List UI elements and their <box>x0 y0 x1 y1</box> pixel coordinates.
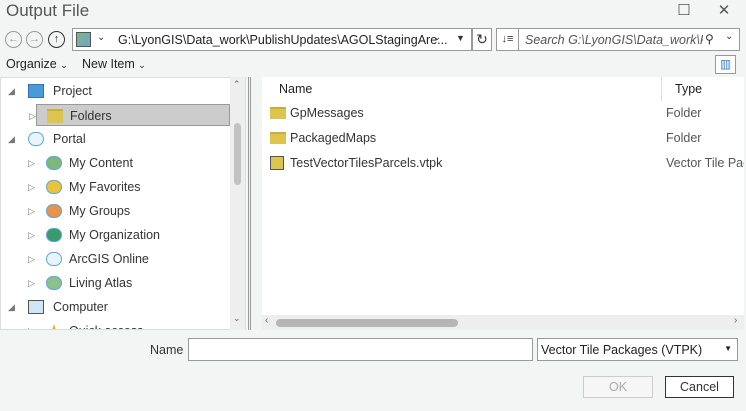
expand-icon[interactable]: ▷ <box>28 200 35 222</box>
scrollbar-thumb[interactable] <box>276 319 458 327</box>
tree-item-label: My Content <box>69 156 133 170</box>
project-icon <box>28 84 44 98</box>
name-input[interactable] <box>188 338 533 361</box>
expand-icon[interactable]: ▷ <box>28 224 35 246</box>
groups-icon <box>46 204 62 218</box>
folder-icon <box>270 107 286 119</box>
tree-item-label: Folders <box>70 109 112 123</box>
cloud-icon <box>46 252 62 266</box>
organize-label: Organize <box>6 57 57 71</box>
tree-item-label: My Groups <box>69 204 131 218</box>
chevron-down-icon[interactable]: ⌄ <box>725 31 733 42</box>
computer-icon <box>28 300 44 314</box>
search-box[interactable]: ↓≡ Search G:\LyonGIS\Data_work\Pu ⚲ ⌄ <box>496 28 740 51</box>
tree-item-computer[interactable]: ◢ Computer <box>1 296 231 318</box>
pane-splitter[interactable] <box>248 77 251 330</box>
expand-icon[interactable]: ▷ <box>28 176 35 198</box>
favorites-icon <box>46 180 62 194</box>
tree-item-my-content[interactable]: ▷ My Content <box>1 152 231 174</box>
list-item[interactable]: PackagedMaps Folder <box>262 127 744 149</box>
tree-item-portal[interactable]: ◢ Portal <box>1 128 231 150</box>
list-item[interactable]: TestVectorTilesParcels.vtpk Vector Tile P… <box>262 152 744 174</box>
file-type: Folder <box>666 131 702 145</box>
up-button[interactable]: ↑ <box>48 31 65 48</box>
refresh-button[interactable]: ↻ <box>472 28 492 51</box>
search-icon[interactable]: ⚲ <box>705 32 714 46</box>
scrollbar-thumb[interactable] <box>234 123 241 185</box>
ok-button[interactable]: OK <box>583 376 653 398</box>
view-toggle-button[interactable]: ▥ <box>715 55 736 74</box>
file-type: Folder <box>666 106 702 120</box>
folder-icon <box>47 109 63 123</box>
expand-icon[interactable]: ▷ <box>28 152 35 174</box>
collapse-icon[interactable]: ◢ <box>8 80 15 102</box>
column-header-type[interactable]: Type <box>675 82 702 96</box>
expand-icon[interactable]: ▷ <box>28 320 35 329</box>
file-list: Name Type GpMessages Folder PackagedMaps Fo… <box>262 77 744 330</box>
tree-vertical-scrollbar[interactable]: ⌃ ⌄ <box>230 77 245 330</box>
tree-item-my-organization[interactable]: ▷ My Organization <box>1 224 231 246</box>
my-content-icon <box>46 156 62 170</box>
close-button[interactable]: ✕ <box>712 1 736 19</box>
tree-item-label: Project <box>53 84 92 98</box>
star-icon <box>46 324 62 329</box>
file-type-select[interactable]: Vector Tile Packages (VTPK) ▼ <box>537 338 738 361</box>
new-item-menu[interactable]: New Item ⌄ <box>82 57 146 71</box>
tree-item-label: Portal <box>53 132 86 146</box>
tree-item-arcgis-online[interactable]: ▷ ArcGIS Online <box>1 248 231 270</box>
tree-item-my-groups[interactable]: ▷ My Groups <box>1 200 231 222</box>
collapse-icon[interactable]: ◢ <box>8 128 15 150</box>
navigation-tree: ◢ Project ▷ Folders ◢ Portal ▷ My Content ▷ My Fa… <box>0 77 246 330</box>
file-name: PackagedMaps <box>290 131 377 145</box>
history-dropdown[interactable]: ⌄ <box>433 32 441 43</box>
dialog-title: Output File <box>6 1 90 20</box>
tree-item-label: My Favorites <box>69 180 141 194</box>
tree-item-living-atlas[interactable]: ▷ Living Atlas <box>1 272 231 294</box>
tree-item-my-favorites[interactable]: ▷ My Favorites <box>1 176 231 198</box>
folder-icon <box>270 132 286 144</box>
collapse-icon[interactable]: ◢ <box>8 296 15 318</box>
maximize-button[interactable]: ☐ <box>672 1 696 19</box>
forward-button[interactable]: → <box>26 31 43 48</box>
sort-icon[interactable]: ↓≡ <box>497 29 519 50</box>
address-bar[interactable]: ⌄ G:\LyonGIS\Data_work\PublishUpdates\AG… <box>72 28 472 51</box>
file-name: TestVectorTilesParcels.vtpk <box>290 156 443 170</box>
tree-item-label: Quick access <box>69 320 143 329</box>
organization-icon <box>46 228 62 242</box>
list-item[interactable]: GpMessages Folder <box>262 102 744 124</box>
cloud-icon <box>28 132 44 146</box>
column-header-name[interactable]: Name <box>279 82 312 96</box>
vtpk-icon <box>270 156 284 170</box>
tree-item-project[interactable]: ◢ Project <box>1 80 231 102</box>
search-input[interactable]: Search G:\LyonGIS\Data_work\Pu <box>525 33 703 47</box>
cancel-button[interactable]: Cancel <box>665 376 734 398</box>
back-button[interactable]: ← <box>5 31 22 48</box>
file-type: Vector Tile Package <box>666 156 744 170</box>
expand-icon[interactable]: ▷ <box>29 105 36 127</box>
living-atlas-icon <box>46 276 62 290</box>
organize-menu[interactable]: Organize ⌄ <box>6 57 68 71</box>
file-name: GpMessages <box>290 106 364 120</box>
tree-item-label: My Organization <box>69 228 161 242</box>
tree-item-label: Living Atlas <box>69 276 133 290</box>
name-label: Name <box>150 343 184 357</box>
file-type-value: Vector Tile Packages (VTPK) <box>541 343 703 357</box>
chevron-down-icon[interactable]: ⌄ <box>97 32 105 43</box>
tree-item-quick-access[interactable]: ▷ Quick access <box>1 320 231 329</box>
address-text: G:\LyonGIS\Data_work\PublishUpdates\AGOL… <box>118 33 448 47</box>
dropdown-arrow-icon[interactable]: ▼ <box>456 33 465 43</box>
list-horizontal-scrollbar[interactable]: ‹ › <box>262 315 744 330</box>
location-icon <box>76 32 91 47</box>
tree-item-label: ArcGIS Online <box>69 252 149 266</box>
tree-item-folders[interactable]: ▷ Folders <box>29 104 230 126</box>
tree-item-label: Computer <box>53 300 108 314</box>
new-item-label: New Item <box>82 57 135 71</box>
expand-icon[interactable]: ▷ <box>28 248 35 270</box>
expand-icon[interactable]: ▷ <box>28 272 35 294</box>
